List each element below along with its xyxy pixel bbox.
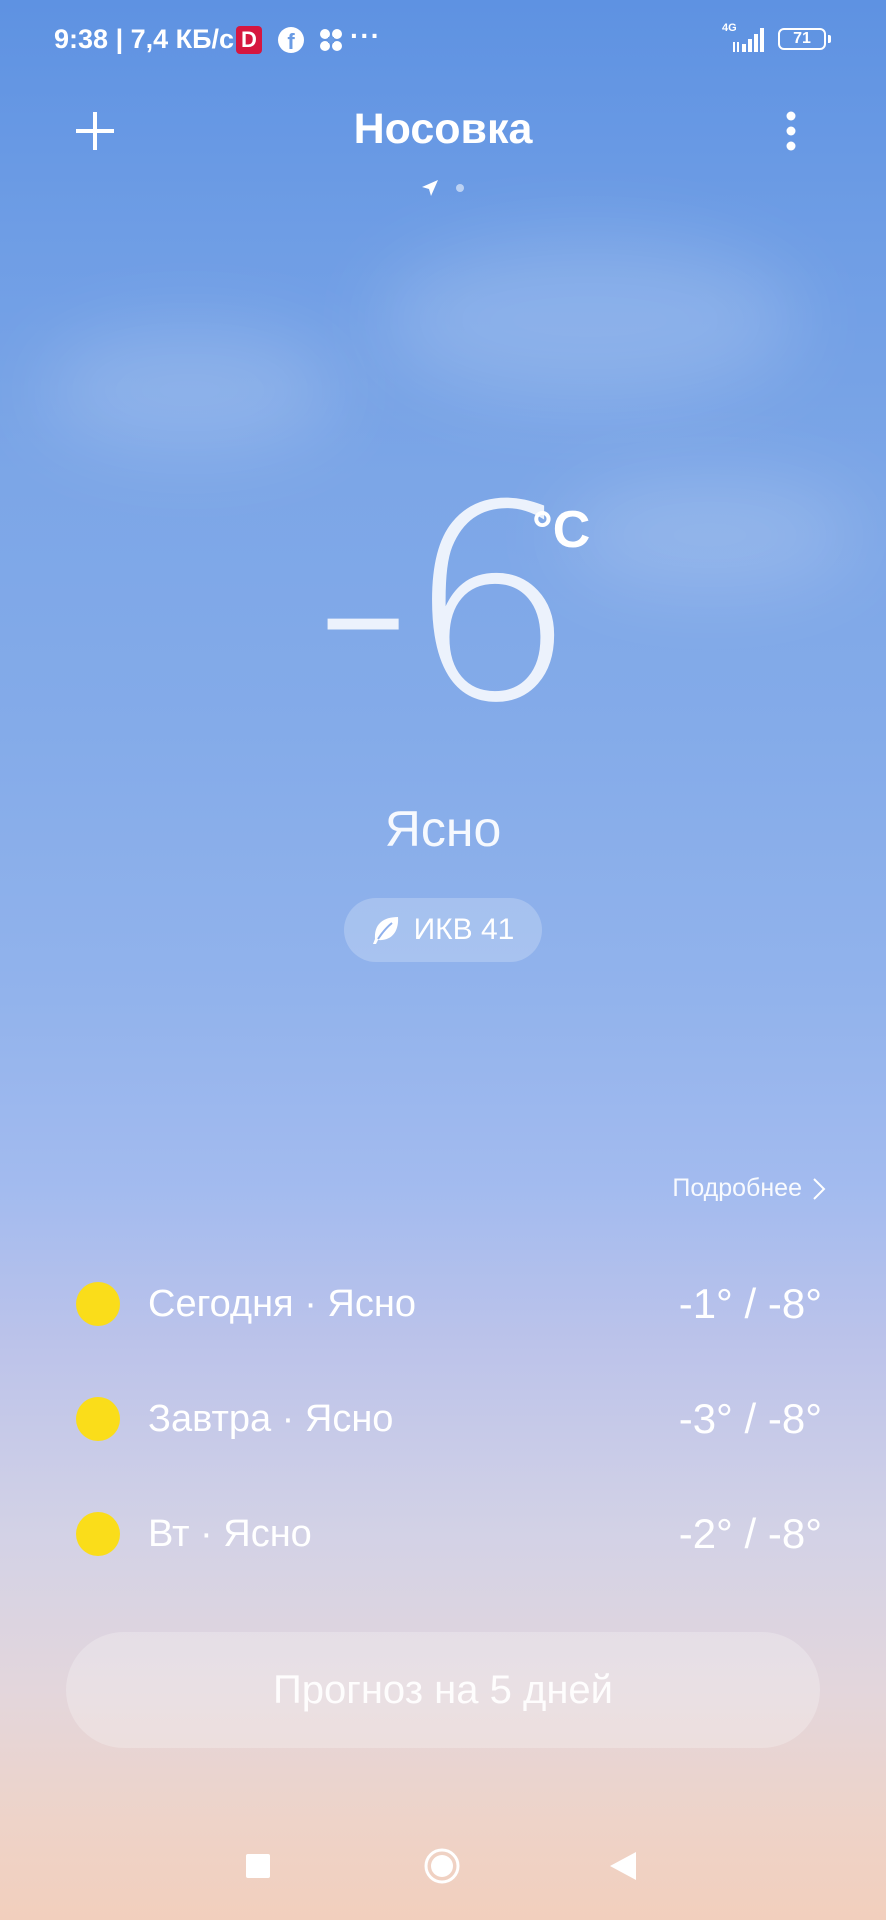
- signal-icon: [733, 28, 764, 52]
- notification-d-icon: D: [236, 26, 262, 54]
- forecast-row-tomorrow[interactable]: Завтра · Ясно -3° / -8°: [76, 1389, 822, 1449]
- temperature-unit: °C: [532, 501, 591, 559]
- aqi-label: ИКВ 41: [413, 913, 515, 946]
- status-bar: 9:38 | 7,4 КБ/с D f ··· 4G 71: [0, 0, 886, 80]
- forecast-temp-range: -1° / -8°: [678, 1280, 822, 1327]
- forecast-row-tuesday[interactable]: Вт · Ясно -2° / -8°: [76, 1504, 822, 1564]
- page-indicator: [422, 180, 464, 196]
- sun-icon: [76, 1397, 120, 1441]
- vertical-dots-icon[interactable]: [776, 108, 806, 154]
- forecast-temp-range: -2° / -8°: [678, 1510, 822, 1557]
- more-notifications-icon: ···: [350, 20, 381, 51]
- forecast-day-label: Сегодня · Ясно: [148, 1282, 416, 1325]
- forecast-day-label: Завтра · Ясно: [148, 1397, 394, 1440]
- forecast-temp-range: -3° / -8°: [678, 1395, 822, 1442]
- forecast-day-label: Вт · Ясно: [148, 1512, 312, 1555]
- leaf-icon: [372, 917, 398, 944]
- current-temperature-block: -6: [0, 470, 886, 740]
- sun-icon: [76, 1282, 120, 1326]
- city-title: Носовка: [353, 105, 533, 153]
- aqi-badge[interactable]: ИКВ 41: [344, 898, 542, 962]
- facebook-icon: f: [278, 27, 304, 54]
- recents-button[interactable]: [246, 1854, 270, 1878]
- details-label: Подробнее: [672, 1174, 802, 1202]
- status-time: 9:38 | 7,4 КБ/с: [54, 24, 235, 54]
- cloud-decoration: [40, 330, 340, 450]
- page-dot: [456, 184, 464, 192]
- cloud-decoration: [380, 240, 800, 400]
- five-day-forecast-button[interactable]: Прогноз на 5 дней: [66, 1632, 820, 1748]
- back-button[interactable]: [608, 1850, 638, 1882]
- home-button[interactable]: [423, 1847, 461, 1885]
- battery-icon: 71: [778, 28, 831, 50]
- details-link[interactable]: Подробнее: [672, 1174, 826, 1203]
- location-arrow-icon: [422, 180, 438, 196]
- chevron-right-icon: [813, 1177, 826, 1200]
- app-notification-icon: [320, 29, 342, 51]
- current-condition: Ясно: [384, 801, 502, 857]
- forecast-row-today[interactable]: Сегодня · Ясно -1° / -8°: [76, 1274, 822, 1334]
- sun-icon: [76, 1512, 120, 1556]
